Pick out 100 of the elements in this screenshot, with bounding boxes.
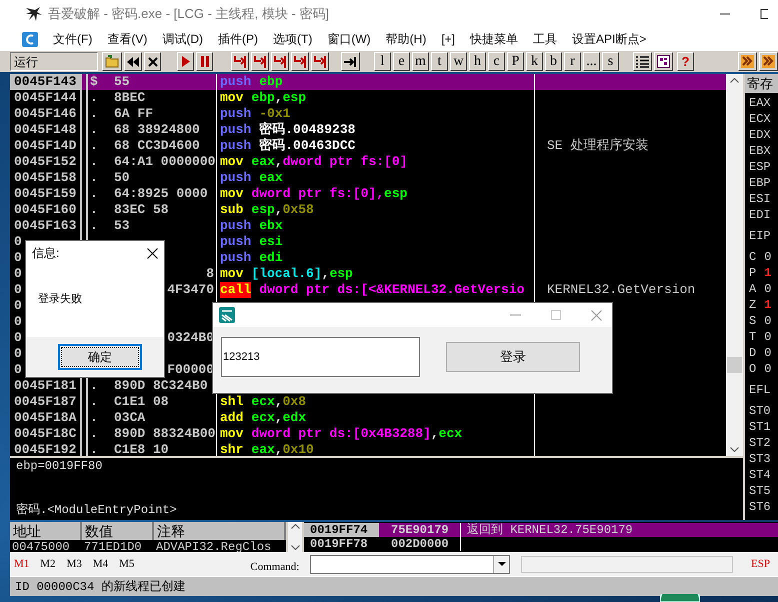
memory-tab[interactable]: M5 (119, 558, 134, 570)
instruction-operand: esp (329, 266, 353, 282)
maximize-icon[interactable] (760, 9, 768, 19)
flow-mark: . (90, 138, 98, 153)
instruction-operand: edi (259, 250, 283, 266)
register-label: ST0 (748, 403, 772, 419)
scroll-up-icon[interactable] (290, 524, 300, 529)
hex-bytes: 55 (113, 74, 131, 90)
command-field[interactable] (310, 554, 510, 574)
instruction-operand: , (274, 154, 283, 170)
toolbar-button[interactable] (291, 52, 309, 71)
dropdown-icon[interactable] (498, 562, 506, 566)
bug-icon (24, 6, 42, 22)
instruction-operand: eax (251, 442, 275, 456)
menu-item[interactable]: 快捷菜单 (470, 30, 518, 48)
flow-mark: . (90, 122, 98, 137)
toolbar-button[interactable]: k (526, 52, 543, 71)
close-icon[interactable] (147, 248, 158, 258)
menu-item[interactable]: [+] (441, 32, 456, 46)
instruction-operand: [local.6] (251, 266, 322, 282)
memory-tab[interactable]: M3 (66, 558, 82, 570)
toolbar-button[interactable]: m (412, 52, 429, 71)
toolbar-button[interactable]: ... (583, 52, 600, 71)
column-header[interactable]: 数值 (82, 522, 154, 540)
toolbar-button[interactable]: P (507, 52, 524, 71)
toolbar-button[interactable] (177, 52, 194, 71)
memory-tab[interactable]: M4 (92, 558, 108, 570)
minimize-icon[interactable] (720, 13, 730, 15)
goto-arrow-icon (344, 56, 357, 66)
toolbar-button[interactable] (654, 52, 673, 71)
toolbar-button[interactable] (124, 52, 142, 71)
flow-mark: . (90, 154, 98, 169)
hex-bytes: 68 CC3D4600 (113, 138, 201, 154)
instruction-operand: 0x8 (282, 394, 306, 410)
menu-item[interactable]: 插件(P) (218, 30, 258, 48)
toolbar-button[interactable] (759, 52, 778, 71)
menu-item[interactable]: 选项(T) (273, 30, 312, 48)
toolbar-button[interactable] (102, 52, 122, 71)
hex-bytes: 890D 8C324B0 (113, 378, 209, 394)
toolbar-button[interactable]: l (374, 52, 391, 71)
instruction-mnemonic: push (220, 250, 252, 266)
ok-button[interactable]: 确定 (58, 344, 142, 370)
instruction-operand: ebx (259, 218, 283, 234)
toolbar-button[interactable] (196, 52, 213, 71)
instruction-operand: edx (282, 410, 306, 426)
menu-item[interactable]: 窗口(W) (327, 30, 371, 48)
flow-mark: . (90, 186, 98, 201)
dialog-message: 登录失败 (38, 293, 82, 305)
scroll-up-icon[interactable] (730, 78, 739, 83)
instruction-operand: , (274, 90, 283, 106)
scroll-thumb[interactable] (727, 357, 742, 373)
menu-item[interactable]: 文件(F) (53, 30, 92, 48)
column-header[interactable]: 注释 (154, 522, 286, 540)
toolbar-button[interactable] (311, 52, 329, 71)
scrollbar[interactable] (726, 74, 743, 456)
help-button[interactable]: ? (677, 52, 694, 71)
status-text: ID 00000C34 的新线程已创建 (15, 579, 186, 595)
toolbar-button[interactable]: s (602, 52, 619, 71)
stack-comment: 返回到 KERNEL32.75E90179 (466, 523, 633, 537)
toolbar-button[interactable]: e (393, 52, 410, 71)
toolbar-button[interactable]: r (564, 52, 581, 71)
toolbar-button[interactable]: t (431, 52, 448, 71)
memory-tab[interactable]: M2 (40, 558, 56, 570)
instruction-mnemonic: shr (220, 442, 244, 456)
column-header[interactable]: 地址 (10, 522, 82, 540)
login-button[interactable]: 登录 (446, 342, 580, 372)
step-arrow-icon (294, 56, 306, 68)
flow-mark: . (90, 202, 98, 217)
input-field[interactable]: 123213 (221, 337, 420, 377)
toolbar-button[interactable] (341, 52, 360, 71)
flow-mark: . (90, 170, 98, 185)
instruction-mnemonic: push (220, 138, 252, 154)
menu-item[interactable]: 查看(V) (107, 30, 148, 48)
toolbar-button[interactable] (633, 52, 652, 71)
toolbar-button[interactable]: w (450, 52, 467, 71)
toolbar-button[interactable]: c (488, 52, 505, 71)
toolbar-button[interactable]: b (545, 52, 562, 71)
instruction-operand: , (322, 266, 330, 282)
menu-item[interactable]: 调试(D) (162, 30, 203, 48)
arrows-icon (741, 55, 754, 68)
toolbar-button[interactable] (144, 52, 161, 71)
toolbar-button[interactable] (251, 52, 269, 71)
scroll-down-icon[interactable] (730, 447, 739, 452)
flag-value: 0 (764, 345, 772, 361)
toolbar-button[interactable] (231, 52, 249, 71)
toolbar-button[interactable]: h (469, 52, 486, 71)
memory-tab[interactable]: M1 (14, 558, 30, 570)
scrollbar[interactable] (288, 522, 302, 552)
toolbar-button[interactable] (271, 52, 289, 71)
instruction-operand: 0x58 (282, 202, 314, 218)
app-icon (219, 307, 235, 323)
register-label: ST3 (748, 451, 772, 467)
address-cell: 0045F143 (10, 74, 82, 90)
scroll-down-icon[interactable] (290, 545, 300, 550)
hex-bytes: 83EC 58 (113, 202, 170, 218)
menu-item[interactable]: 帮助(H) (386, 30, 426, 48)
toolbar-button[interactable] (738, 52, 757, 71)
menu-item[interactable]: 工具 (533, 30, 558, 48)
menu-item[interactable]: 设置API断点> (572, 30, 646, 48)
register-label: EAX (748, 95, 772, 111)
